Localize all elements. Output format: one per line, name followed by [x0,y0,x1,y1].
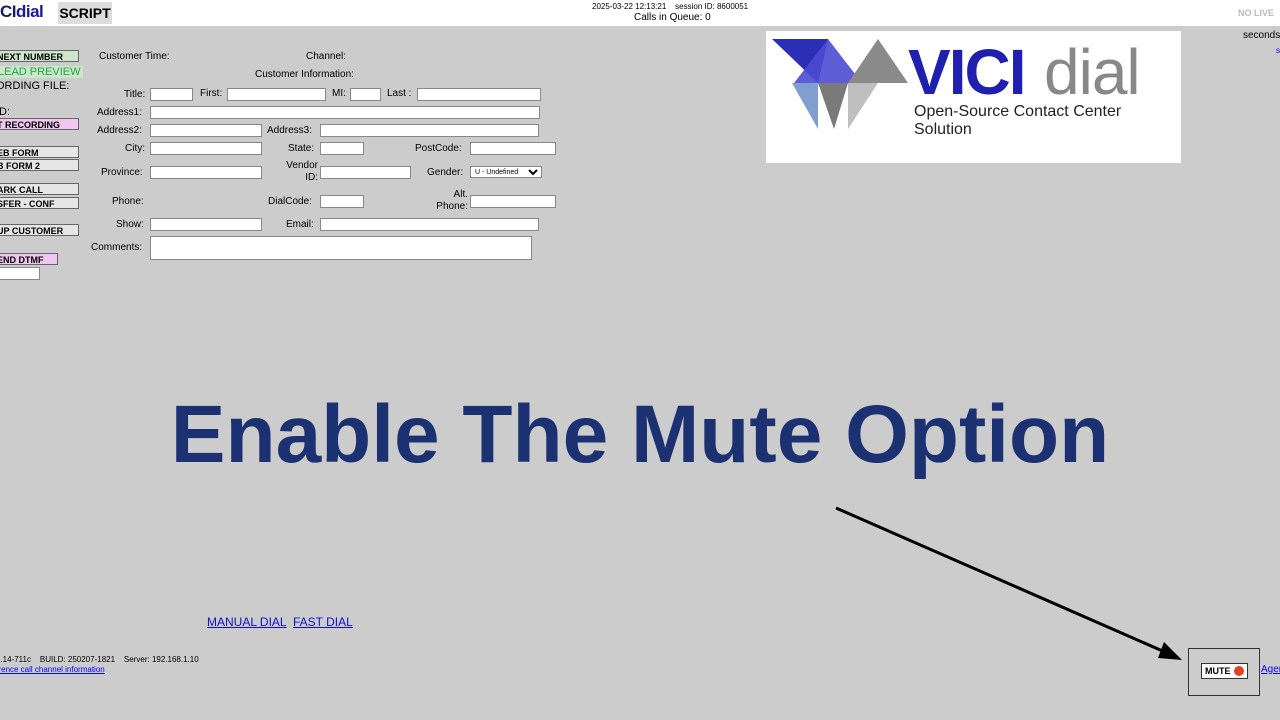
address2-input[interactable] [150,124,262,137]
vendor-id-input[interactable] [320,166,411,179]
title-input[interactable] [150,88,193,101]
pointer-arrow-icon [835,506,1182,660]
dialcode-label: DialCode: [268,196,312,207]
overlay-title: Enable The Mute Option [170,389,1110,480]
next-number-button[interactable]: NEXT NUMBER [0,50,79,62]
logo-ci-text: CI [0,2,17,21]
session-datetime: 2025-03-22 12:13:21 session ID: 8600051 [592,2,749,11]
vicidial-logo: VICI dial Open-Source Contact Center Sol… [766,31,1181,163]
comments-label: Comments: [91,242,143,253]
alt-phone-label: Alt. Phone: [436,189,468,212]
no-live-status: NO LIVE [1238,8,1275,18]
recording-file-label: ORDING FILE: [0,80,70,92]
province-input[interactable] [150,166,262,179]
last-label: Last : [387,88,412,99]
hangup-customer-button[interactable]: UP CUSTOMER [0,224,79,236]
mute-highlight-box: MUTE [1188,648,1260,696]
vicidial-small-logo: CIdial [0,2,44,22]
logo-tagline: Open-Source Contact Center Solution [914,103,1122,138]
gender-select[interactable]: U - Undefined [470,166,542,178]
mi-label: MI: [332,88,346,99]
email-label: Email: [286,219,314,230]
email-input[interactable] [320,218,539,231]
agent-link[interactable]: Agen [1261,664,1280,675]
park-call-button[interactable]: ARK CALL [0,183,79,195]
dtmf-input[interactable] [0,267,40,280]
dialcode-input[interactable] [320,195,364,208]
seconds-label: seconds [1243,30,1280,41]
mute-button[interactable]: MUTE [1201,663,1248,679]
speaker-mute-icon [1234,666,1244,676]
web-form-2-button[interactable]: B FORM 2 [0,159,79,171]
city-input[interactable] [150,142,262,155]
show-label: Show: [116,219,144,230]
customer-information-label: Customer Information: [255,69,354,80]
fast-dial-link[interactable]: FAST DIAL [293,615,353,629]
script-tab[interactable]: SCRIPT [58,2,112,24]
logo-dial-text: dial [16,2,44,21]
province-label: Province: [101,167,143,178]
transfer-conf-button[interactable]: SFER - CONF [0,197,79,209]
state-input[interactable] [320,142,364,155]
state-label: State: [288,143,315,154]
logo-dial-text: dial [1044,36,1141,108]
city-label: City: [125,143,145,154]
address3-label: Address3: [267,125,313,136]
start-recording-button[interactable]: T RECORDING [0,118,79,130]
logo-vici-text: VICI [908,36,1026,108]
gender-label: Gender: [427,167,464,178]
postcode-input[interactable] [470,142,556,155]
lead-preview-checkbox[interactable]: LEAD PREVIEW [0,66,83,78]
first-label: First: [200,88,223,99]
address1-input[interactable] [150,106,540,119]
customer-time-label: Customer Time: [99,51,170,62]
last-name-input[interactable] [417,88,541,101]
conference-channel-link[interactable]: erence call channel information [0,665,105,674]
address3-input[interactable] [320,124,539,137]
middle-initial-input[interactable] [350,88,381,101]
mute-label: MUTE [1205,666,1231,676]
postcode-label: PostCode: [415,143,462,154]
vicidial-logo-mark-icon [772,39,908,129]
title-label: Title: [124,89,146,100]
channel-label: Channel: [306,51,347,62]
vendor-id-label: Vendor ID: [286,160,318,183]
address2-label: Address2: [97,125,143,136]
address1-label: Address1: [97,107,143,118]
web-form-button[interactable]: EB FORM [0,146,79,158]
right-edge-link[interactable]: s [1276,46,1280,55]
manual-dial-link[interactable]: MANUAL DIAL [207,615,287,629]
show-input[interactable] [150,218,262,231]
phone-label: Phone: [112,196,144,207]
calls-in-queue: Calls in Queue: 0 [634,12,711,23]
recording-id-label: ID: [0,106,11,118]
alt-phone-input[interactable] [470,195,556,208]
send-dtmf-button[interactable]: END DTMF [0,253,58,265]
build-info: 2.14-711c BUILD: 250207-1821 Server: 192… [0,655,199,664]
first-name-input[interactable] [227,88,326,101]
comments-textarea[interactable] [150,236,532,260]
